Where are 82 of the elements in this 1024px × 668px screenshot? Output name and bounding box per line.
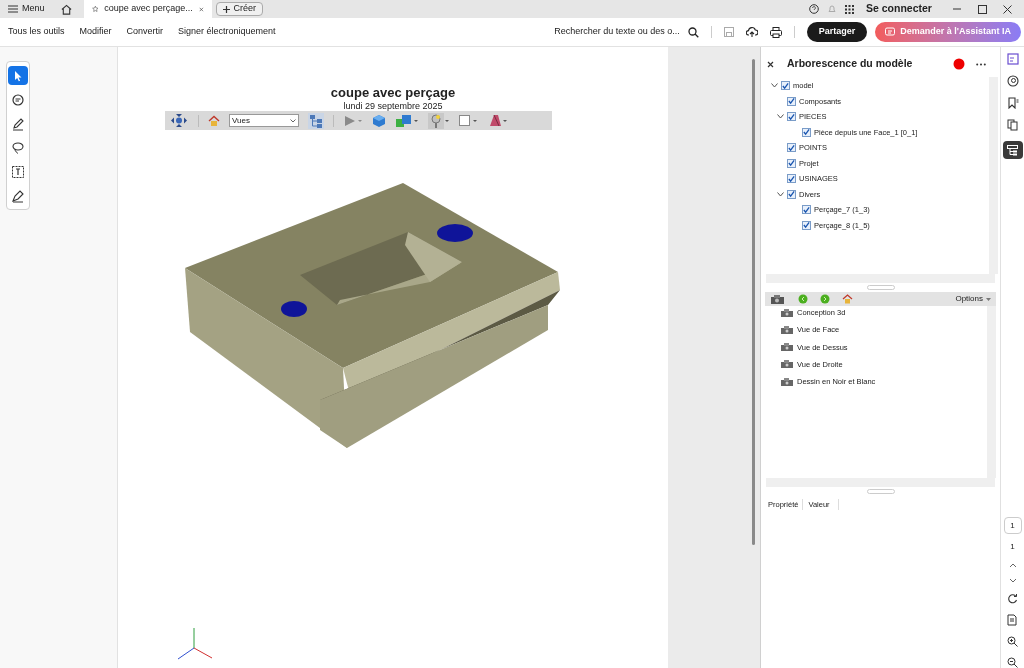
tab-title: coupe avec perçage... <box>104 2 193 16</box>
create-button[interactable]: Créer <box>215 2 264 16</box>
tree-icon[interactable] <box>308 112 324 129</box>
text-icon <box>11 164 25 179</box>
move-icon[interactable] <box>169 113 189 128</box>
chevron-down-icon[interactable] <box>776 191 784 197</box>
zoom-in-icon[interactable] <box>1007 636 1018 647</box>
print-icon[interactable] <box>769 26 782 38</box>
checkbox[interactable] <box>787 174 796 184</box>
checkbox[interactable] <box>787 96 796 106</box>
menu-item[interactable]: Modifier <box>79 25 112 39</box>
chat-icon <box>885 27 897 37</box>
scrollbar[interactable] <box>987 306 996 478</box>
maximize-icon[interactable] <box>978 4 987 14</box>
views-dropdown[interactable]: Vues <box>229 114 299 127</box>
tree-icon <box>1007 144 1018 156</box>
menu-button[interactable]: Menu <box>0 0 53 18</box>
comment-icon[interactable] <box>1006 75 1019 87</box>
camera-icon[interactable] <box>770 293 786 305</box>
pen-icon <box>11 116 25 131</box>
checkbox[interactable] <box>802 205 811 215</box>
checkbox[interactable] <box>802 127 811 137</box>
comment-icon <box>11 92 25 107</box>
cubes-icon[interactable] <box>395 113 419 128</box>
star-icon <box>91 4 99 14</box>
checkbox[interactable] <box>787 189 796 199</box>
model-tree-tab[interactable] <box>1002 141 1023 159</box>
rendering-icon[interactable] <box>488 113 508 128</box>
edit-panel-icon[interactable] <box>1006 53 1019 65</box>
pages-icon[interactable] <box>1006 119 1019 131</box>
stamp-icon <box>11 188 25 203</box>
menu-item[interactable]: Tous les outils <box>8 25 65 39</box>
light-icon[interactable] <box>428 112 450 129</box>
page-count: 1 <box>1010 541 1015 553</box>
checkbox[interactable] <box>787 158 796 168</box>
document-tab[interactable]: coupe avec perçage... <box>83 0 212 18</box>
caret-icon <box>986 297 991 301</box>
camera-icon <box>781 343 793 352</box>
chevron-down-icon[interactable] <box>1008 578 1017 583</box>
checkbox[interactable] <box>781 81 790 91</box>
checkbox[interactable] <box>787 112 796 122</box>
close-icon[interactable] <box>1003 4 1012 14</box>
camera-icon <box>781 308 793 317</box>
home-icon[interactable] <box>60 3 72 15</box>
rotate-icon[interactable] <box>1007 593 1018 604</box>
help-icon[interactable] <box>809 4 819 14</box>
options-menu[interactable]: Options <box>955 293 991 305</box>
home-icon[interactable] <box>208 114 220 127</box>
apps-icon[interactable] <box>845 4 854 14</box>
chevron-down-icon[interactable] <box>770 83 778 89</box>
camera-icon <box>781 325 793 334</box>
panel-title: Arborescence du modèle <box>787 56 913 72</box>
page-number-field[interactable]: 1 <box>1003 517 1022 534</box>
bookmark-icon[interactable] <box>1006 97 1019 109</box>
document-title: coupe avec perçage <box>330 85 456 100</box>
scrollbar[interactable] <box>752 59 755 545</box>
share-button[interactable]: Partager <box>806 22 868 42</box>
background-color-icon[interactable] <box>459 114 479 127</box>
zoom-out-icon[interactable] <box>1007 657 1018 668</box>
document-icon[interactable] <box>1007 614 1018 626</box>
search-text[interactable]: Rechercher du texte ou des o... <box>554 25 680 39</box>
camera-icon <box>781 360 793 369</box>
menu-item[interactable]: Convertir <box>126 25 164 39</box>
cube-icon[interactable] <box>372 113 386 128</box>
record-icon[interactable] <box>953 58 965 70</box>
chevron-down-icon <box>290 118 296 123</box>
sign-in-button[interactable]: Se connecter <box>866 1 944 17</box>
menu-icon <box>8 5 18 13</box>
chevron-down-icon[interactable] <box>776 114 784 120</box>
document-date: lundi 29 septembre 2025 <box>343 102 443 111</box>
camera-icon <box>781 377 793 386</box>
menu-item[interactable]: Signer électroniquement <box>178 25 276 39</box>
home-icon[interactable] <box>842 294 853 304</box>
lasso-icon <box>11 140 25 155</box>
upload-icon[interactable] <box>745 26 758 38</box>
checkbox[interactable] <box>787 143 796 153</box>
more-icon[interactable] <box>976 62 986 66</box>
search-icon[interactable] <box>687 26 699 38</box>
close-icon[interactable] <box>767 60 774 68</box>
checkbox[interactable] <box>802 220 811 230</box>
chevron-up-icon[interactable] <box>1008 563 1017 568</box>
plus-icon <box>222 5 230 13</box>
